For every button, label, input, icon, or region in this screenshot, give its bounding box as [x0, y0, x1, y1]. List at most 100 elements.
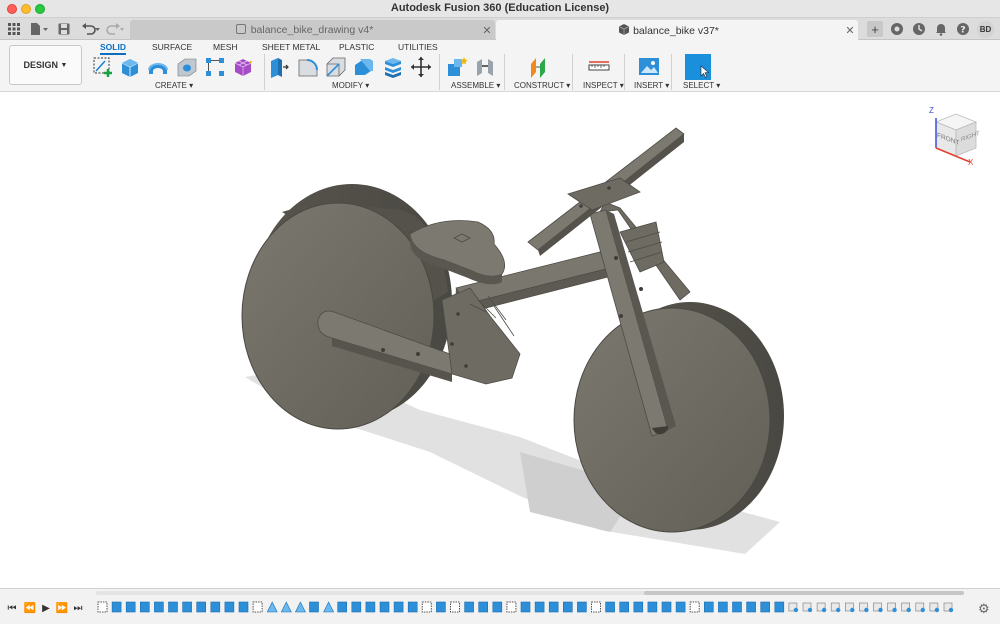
- timeline-joint-icon[interactable]: [873, 602, 883, 613]
- timeline-body-icon[interactable]: [210, 601, 221, 613]
- tab-surface[interactable]: SURFACE: [152, 42, 192, 52]
- pattern-icon[interactable]: [204, 56, 226, 78]
- timeline-sketch-icon[interactable]: [506, 601, 517, 613]
- new-component-icon[interactable]: [446, 56, 468, 78]
- create-sketch-icon[interactable]: [92, 56, 114, 78]
- timeline-body-icon[interactable]: [718, 601, 728, 613]
- timeline-body-icon[interactable]: [196, 601, 206, 613]
- timeline-body-icon[interactable]: [746, 601, 756, 613]
- timeline-body-icon[interactable]: [337, 601, 347, 613]
- modify-group-menu[interactable]: MODIFY ▾: [332, 81, 369, 90]
- timeline-body-icon[interactable]: [760, 601, 771, 613]
- timeline-body-icon[interactable]: [647, 601, 658, 613]
- select-group-menu[interactable]: SELECT ▾: [683, 81, 720, 90]
- timeline-plane-icon[interactable]: [294, 601, 306, 613]
- timeline-plane-icon[interactable]: [280, 601, 292, 613]
- timeline-settings-icon[interactable]: ⚙: [978, 601, 992, 616]
- timeline-sketch-icon[interactable]: [97, 601, 108, 613]
- timeline-body-icon[interactable]: [379, 601, 390, 613]
- timeline-sketch-icon[interactable]: [689, 601, 700, 613]
- tab-balance-bike[interactable]: balance_bike v37* ✕: [496, 20, 858, 40]
- timeline-joint-icon[interactable]: [915, 602, 925, 613]
- timeline-joint-icon[interactable]: [859, 602, 869, 613]
- save-icon[interactable]: [56, 21, 72, 37]
- timeline-body-icon[interactable]: [407, 601, 418, 613]
- create-form-icon[interactable]: [232, 56, 254, 78]
- timeline-body-icon[interactable]: [168, 601, 178, 613]
- timeline-body-icon[interactable]: [464, 601, 474, 613]
- measure-icon[interactable]: [588, 56, 610, 78]
- viewcube[interactable]: Z X FRONT RIGHT: [926, 106, 982, 168]
- file-menu-icon[interactable]: [28, 21, 50, 37]
- timeline-body-icon[interactable]: [661, 601, 672, 613]
- timeline-body-icon[interactable]: [238, 601, 249, 613]
- timeline-body-icon[interactable]: [703, 601, 714, 613]
- fillet-icon[interactable]: [297, 56, 319, 78]
- joint-icon[interactable]: [474, 56, 496, 78]
- timeline-joint-icon[interactable]: [788, 602, 799, 613]
- timeline-body-icon[interactable]: [732, 601, 742, 613]
- timeline-body-icon[interactable]: [619, 601, 630, 613]
- insert-group-menu[interactable]: INSERT ▾: [634, 81, 669, 90]
- offset-plane-icon[interactable]: [527, 56, 549, 78]
- timeline-sketch-icon[interactable]: [421, 601, 432, 613]
- new-tab-button[interactable]: +: [867, 21, 883, 37]
- design-canvas[interactable]: Z X FRONT RIGHT: [0, 92, 1000, 588]
- insert-image-icon[interactable]: [638, 56, 660, 78]
- timeline-plane-icon[interactable]: [323, 601, 335, 613]
- step-back-icon[interactable]: ⏪: [24, 602, 36, 614]
- tab-solid[interactable]: SOLID: [100, 42, 126, 55]
- timeline-scroll-thumb[interactable]: [644, 591, 964, 595]
- timeline-body-icon[interactable]: [111, 601, 122, 613]
- app-grid-icon[interactable]: [6, 21, 22, 37]
- press-pull-icon[interactable]: [268, 56, 290, 78]
- revolve-icon[interactable]: [147, 56, 169, 78]
- play-icon[interactable]: ▶: [40, 602, 52, 614]
- timeline-joint-icon[interactable]: [816, 602, 827, 613]
- timeline-body-icon[interactable]: [774, 601, 785, 613]
- construct-group-menu[interactable]: CONSTRUCT ▾: [514, 81, 570, 90]
- timeline-body-icon[interactable]: [478, 601, 489, 613]
- timeline-joint-icon[interactable]: [844, 602, 855, 613]
- front-wheel[interactable]: [573, 302, 784, 533]
- timeline-body-icon[interactable]: [436, 601, 446, 613]
- timeline-joint-icon[interactable]: [929, 602, 940, 613]
- inspect-group-menu[interactable]: INSPECT ▾: [583, 81, 624, 90]
- extensions-icon[interactable]: [889, 21, 905, 37]
- timeline-body-icon[interactable]: [492, 601, 503, 613]
- timeline-joint-icon[interactable]: [901, 602, 911, 613]
- timeline-sketch-icon[interactable]: [450, 601, 460, 613]
- timeline-body-icon[interactable]: [633, 601, 644, 613]
- create-group-menu[interactable]: CREATE ▾: [155, 81, 193, 90]
- timeline-sketch-icon[interactable]: [591, 601, 601, 613]
- timeline-plane-icon[interactable]: [266, 601, 278, 613]
- timeline-body-icon[interactable]: [393, 601, 404, 613]
- timeline-joint-icon[interactable]: [943, 602, 954, 613]
- rear-wheel[interactable]: [241, 184, 452, 430]
- timeline-body-icon[interactable]: [675, 601, 686, 613]
- workspace-switcher[interactable]: DESIGN ▼: [9, 45, 82, 85]
- timeline-body-icon[interactable]: [154, 601, 164, 613]
- tab-plastic[interactable]: PLASTIC: [339, 42, 374, 52]
- timeline-body-icon[interactable]: [548, 601, 559, 613]
- redo-icon[interactable]: [104, 21, 126, 37]
- chamfer-icon[interactable]: [325, 56, 347, 78]
- job-status-icon[interactable]: [911, 21, 927, 37]
- timeline-sketch-icon[interactable]: [252, 601, 263, 613]
- move-copy-icon[interactable]: [410, 56, 432, 78]
- tab-balance-bike-drawing[interactable]: balance_bike_drawing v4* ✕: [130, 20, 495, 40]
- user-avatar[interactable]: BD: [977, 20, 994, 38]
- hole-icon[interactable]: [176, 56, 198, 78]
- timeline-body-icon[interactable]: [534, 601, 545, 613]
- timeline-body-icon[interactable]: [351, 601, 362, 613]
- timeline-features[interactable]: [96, 599, 968, 615]
- timeline-body-icon[interactable]: [182, 601, 192, 613]
- timeline-body-icon[interactable]: [309, 601, 319, 613]
- step-forward-icon[interactable]: ⏩: [56, 602, 68, 614]
- extrude-icon[interactable]: [119, 56, 141, 78]
- timeline-body-icon[interactable]: [577, 601, 587, 613]
- select-tool-icon[interactable]: [685, 54, 711, 80]
- close-tab-icon[interactable]: ✕: [842, 24, 858, 37]
- model-viewport[interactable]: [0, 92, 1000, 588]
- go-to-end-icon[interactable]: ⏭: [72, 602, 84, 614]
